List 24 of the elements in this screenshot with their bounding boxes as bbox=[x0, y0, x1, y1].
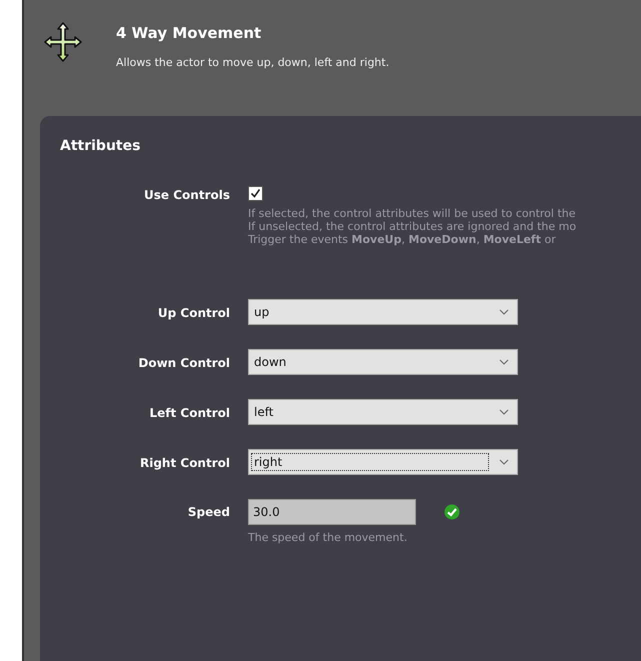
chevron-down-icon bbox=[499, 309, 509, 315]
field-label: Right Control bbox=[138, 455, 230, 470]
field-label: Left Control bbox=[148, 405, 230, 420]
help-text: If unselected, the control attributes are ignored and the mo bbox=[248, 220, 576, 233]
help-text: If selected, the control attributes will be used to control the bbox=[248, 207, 576, 220]
speed-field[interactable]: 30.0 bbox=[248, 499, 416, 525]
field-label: Up Control bbox=[156, 305, 230, 320]
attributes-heading: Attributes bbox=[60, 138, 142, 154]
dropdown[interactable]: up bbox=[248, 299, 518, 325]
chevron-down-icon bbox=[499, 359, 509, 365]
help-text: Trigger the events MoveUp, MoveDown, MoveLeft or bbox=[248, 233, 557, 246]
help-text: The speed of the movement. bbox=[248, 531, 408, 544]
dropdown[interactable]: down bbox=[248, 349, 518, 375]
dropdown[interactable]: left bbox=[248, 399, 518, 425]
chevron-down-icon bbox=[499, 459, 509, 465]
behavior-title: 4 Way Movement bbox=[116, 24, 262, 42]
field-label: Use Controls bbox=[143, 187, 230, 202]
field-label: Down Control bbox=[137, 355, 230, 370]
chevron-down-icon bbox=[499, 409, 509, 415]
field-label: Speed bbox=[186, 504, 230, 519]
dropdown[interactable]: right bbox=[248, 449, 518, 475]
checkbox[interactable] bbox=[248, 186, 263, 201]
four-way-arrow-icon bbox=[44, 22, 82, 62]
behavior-description: Allows the actor to move up, down, left and right. bbox=[116, 56, 390, 69]
